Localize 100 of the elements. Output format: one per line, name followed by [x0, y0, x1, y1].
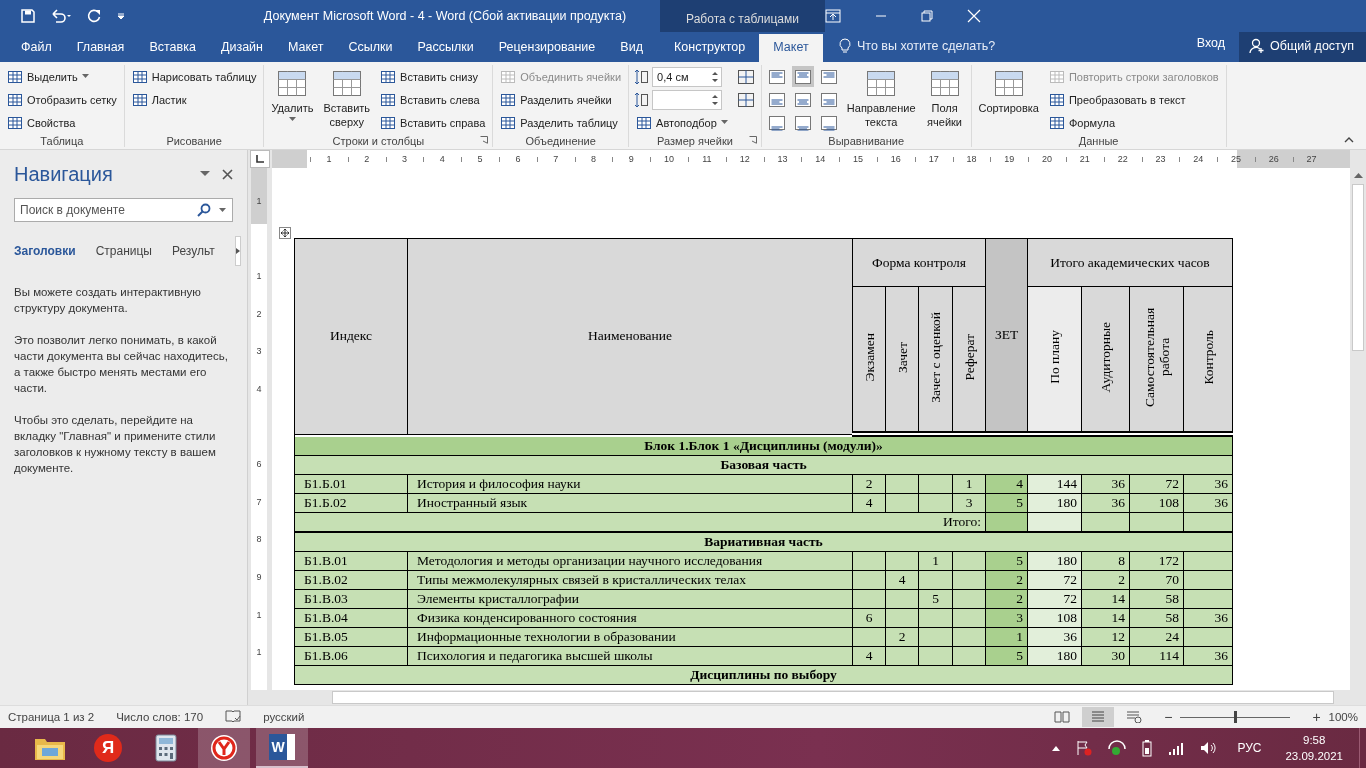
read-mode-icon[interactable] [1054, 711, 1071, 723]
browser-icon [210, 734, 238, 762]
dropdown-icon[interactable] [200, 171, 210, 177]
ribbon-tab[interactable]: Файл [14, 34, 59, 62]
collapse-ribbon-icon[interactable] [1344, 137, 1354, 143]
group-label: Данные [1078, 134, 1119, 147]
undo-icon[interactable] [50, 8, 72, 24]
ribbon-button[interactable]: Разделить таблицу [497, 111, 625, 134]
redo-icon[interactable] [86, 8, 102, 24]
search-input[interactable]: Поиск в документе [18, 202, 189, 218]
ribbon-tab[interactable]: Рассылки [410, 34, 481, 62]
print-layout-button[interactable] [1082, 707, 1115, 727]
taskbar-button[interactable]: Я [82, 728, 134, 768]
clock-date[interactable]: 23.09.2021 [1285, 748, 1343, 764]
lightbulb-icon [839, 38, 851, 54]
language-indicator[interactable]: русский [263, 711, 305, 723]
flag-icon[interactable] [1076, 740, 1093, 756]
column-header: Форма контроля [852, 238, 986, 287]
arrow-right-icon [235, 248, 240, 254]
table-grid-icon [380, 114, 397, 131]
ribbon-button[interactable]: Вставить справа [377, 111, 489, 134]
tray-arrow-icon[interactable] [1052, 745, 1061, 751]
taskbar-button[interactable]: W [256, 728, 308, 768]
ribbon-button[interactable]: Формула [1045, 111, 1222, 134]
speaker-icon[interactable] [1200, 741, 1219, 755]
table-grid-icon [7, 91, 23, 108]
corner-icon [256, 155, 264, 163]
tab-selector[interactable] [250, 150, 270, 168]
zoom-in-button[interactable]: + [1312, 709, 1321, 725]
network-icon[interactable] [1108, 740, 1127, 756]
search-icon[interactable] [197, 203, 211, 217]
ribbon-button[interactable]: Автоподбор [633, 111, 731, 134]
scroll-right-button[interactable] [234, 236, 241, 266]
ribbon-tab[interactable]: Дизайн [213, 34, 270, 62]
ribbon-tab[interactable]: Вид [613, 34, 650, 62]
ribbon-tab[interactable]: Макет [281, 34, 331, 62]
ribbon-button[interactable]: Вставить слева [377, 88, 489, 111]
ribbon-button[interactable]: Поля ячейки [922, 65, 967, 131]
align-button[interactable] [791, 66, 814, 87]
ribbon-button[interactable]: Преобразовать в текст [1045, 88, 1222, 111]
dialog-launcher-icon[interactable] [480, 136, 489, 144]
ribbon-button[interactable]: Выделить [4, 65, 120, 88]
input-language[interactable]: РУС [1237, 741, 1262, 755]
ribbon-display-icon[interactable] [825, 9, 841, 23]
ribbon-tab[interactable]: Ссылки [341, 34, 400, 62]
customize-caret-icon[interactable] [116, 11, 126, 21]
spin-field[interactable] [652, 89, 723, 110]
ribbon-button[interactable]: Свойства [4, 111, 120, 134]
table-grid-icon [380, 91, 397, 108]
table-grid-icon [1048, 114, 1065, 131]
vertical-scrollbar[interactable] [1352, 184, 1364, 351]
ribbon-button[interactable]: Ластик [128, 88, 260, 111]
zoom-out-button[interactable]: − [1164, 709, 1173, 725]
proofing-book-icon[interactable] [225, 710, 242, 724]
clock-time[interactable]: 9:58 [1303, 732, 1326, 748]
ribbon-button[interactable]: Сортировка [975, 65, 1042, 131]
ribbon-tab[interactable]: Вставка [142, 34, 203, 62]
caret-icon [81, 74, 89, 79]
ribbon-button[interactable]: Направление текста [843, 65, 919, 131]
web-layout-icon[interactable] [1126, 711, 1143, 723]
tell-me-field[interactable]: Что вы хотите сделать? [825, 38, 1197, 62]
ribbon-button[interactable]: Нарисовать таблицу [128, 65, 260, 88]
ribbon-button[interactable]: Вставить снизу [377, 65, 489, 88]
group-label: Рисование [166, 134, 222, 147]
close-icon[interactable] [222, 168, 233, 180]
word-count[interactable]: Число слов: 170 [116, 711, 204, 723]
horizontal-scrollbar[interactable] [332, 691, 1334, 704]
share-button[interactable]: Общий доступ [1239, 32, 1366, 62]
taskbar-button[interactable] [198, 728, 250, 768]
spin-field[interactable]: 0,4 см [652, 66, 723, 87]
dialog-launcher-icon[interactable] [748, 136, 757, 144]
ribbon-tab[interactable]: Главная [69, 34, 132, 62]
table-grid-icon [7, 114, 23, 131]
battery-icon[interactable] [1142, 739, 1153, 757]
caret-icon[interactable] [219, 208, 226, 212]
signal-icon[interactable] [1168, 741, 1185, 755]
align-lines-icon [819, 91, 838, 108]
ribbon-button[interactable]: Вставить сверху [320, 65, 374, 131]
save-icon[interactable] [20, 8, 36, 24]
page-count[interactable]: Страница 1 из 2 [8, 711, 95, 723]
cell-size-icon [633, 68, 650, 85]
sign-in-link[interactable]: Вход [1196, 36, 1225, 58]
pane-tab[interactable]: Заголовки [14, 244, 76, 258]
column-header: ЗЕТ [985, 238, 1028, 434]
pane-tab[interactable]: Результ [171, 244, 215, 258]
zoom-level[interactable]: 100% [1328, 711, 1358, 723]
ribbon-tab[interactable]: Конструктор [660, 34, 760, 62]
ribbon-button[interactable]: Удалить [268, 65, 317, 131]
table-move-handle-icon[interactable] [279, 227, 291, 239]
pane-tab[interactable]: Страницы [95, 244, 152, 258]
scroll-up-icon[interactable] [1353, 172, 1363, 178]
ribbon-button[interactable]: Разделить ячейки [497, 88, 625, 111]
pane-title: Навигация [14, 162, 114, 186]
maximize-icon[interactable] [921, 10, 933, 22]
ribbon-button[interactable]: Отобразить сетку [4, 88, 120, 111]
ribbon-tab[interactable]: Макет [759, 34, 823, 62]
search-box[interactable]: Поиск в документе [14, 198, 233, 222]
group-label: Строки и столбцы [332, 134, 425, 147]
grid-icon [736, 68, 755, 85]
ribbon-tab[interactable]: Рецензирование [491, 34, 603, 62]
